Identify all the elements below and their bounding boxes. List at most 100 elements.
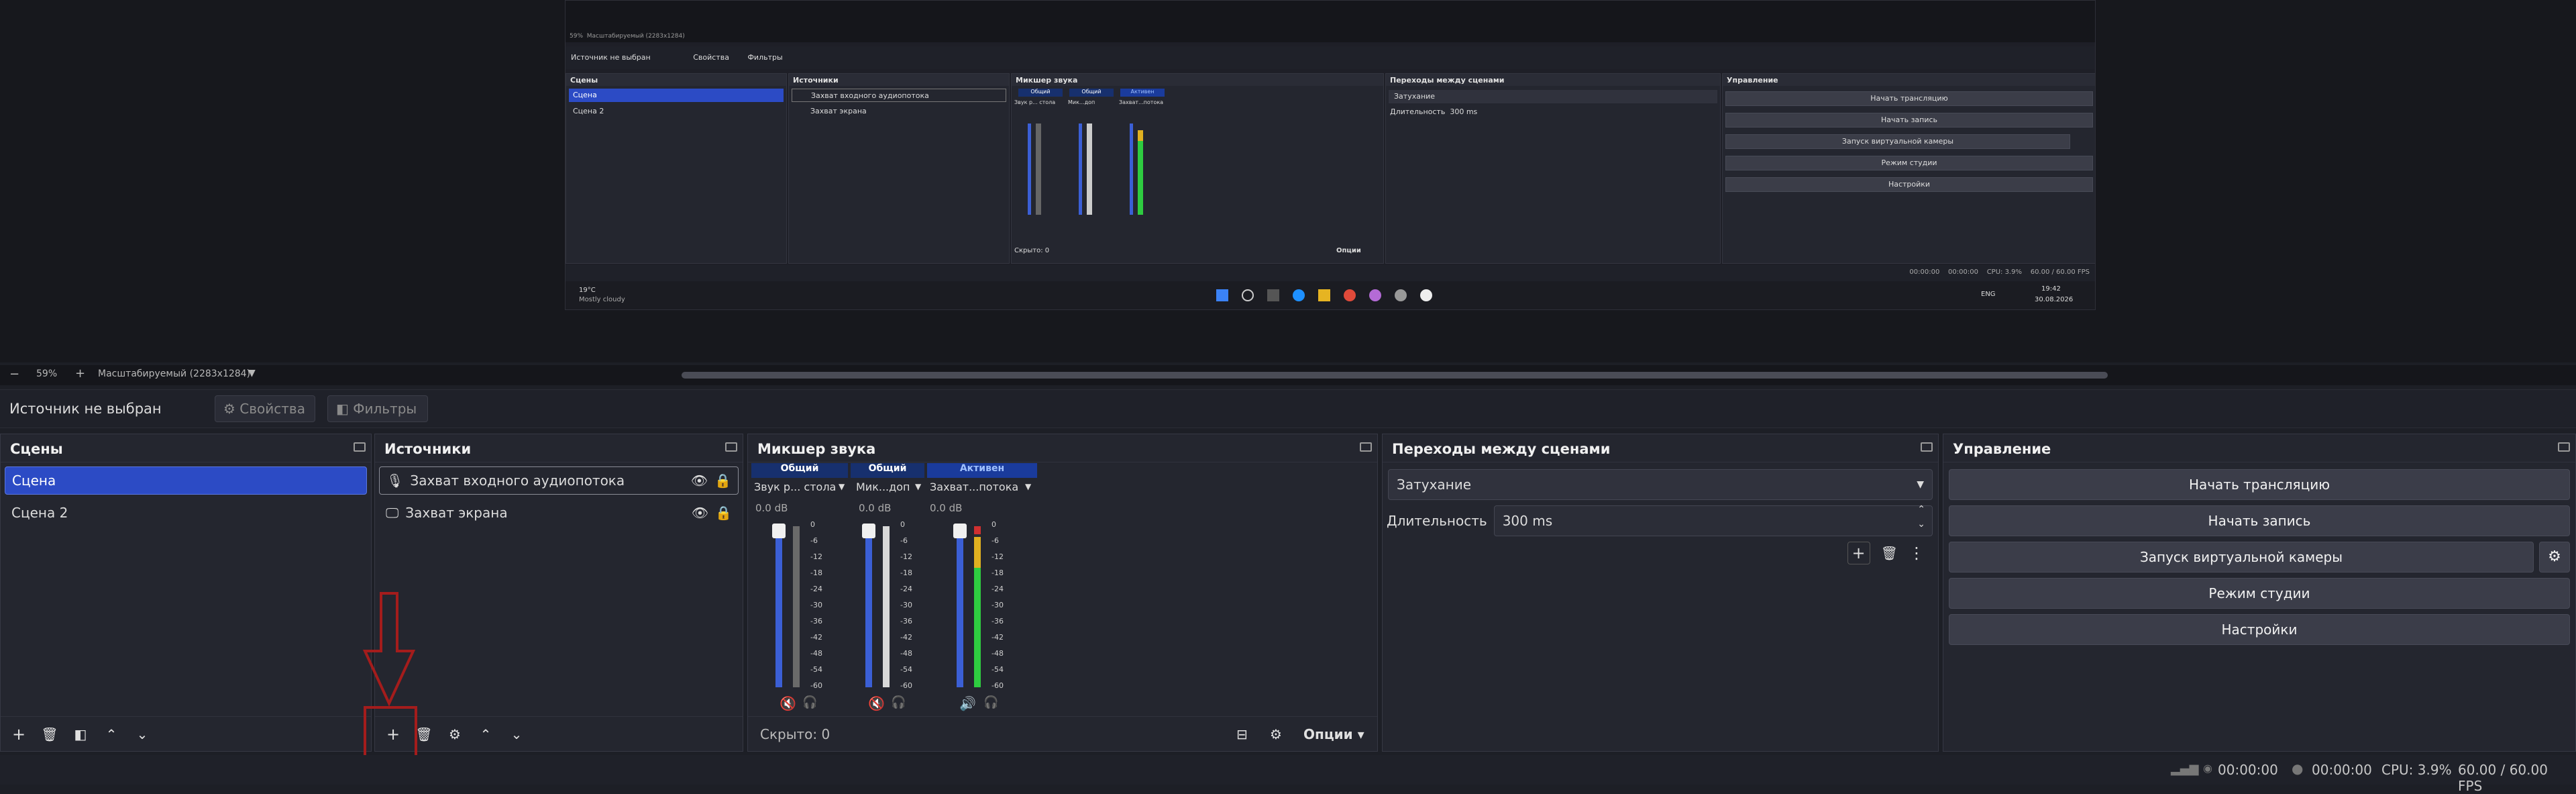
- nested-clock-date: 30.08.2026: [2035, 296, 2074, 303]
- transition-actions: + 🗑 ⋮: [1847, 542, 1925, 564]
- fps-readout: 60.00 / 60.00 FPS: [2458, 762, 2548, 794]
- volume-handle[interactable]: [772, 524, 786, 538]
- layout-icon[interactable]: ⊟: [1236, 726, 1270, 742]
- record-icon: ●: [2292, 760, 2304, 777]
- nested-zoombar: 59% Масштабируемый (2283x1284): [566, 33, 2095, 42]
- zoom-in-button[interactable]: +: [75, 366, 85, 381]
- mixer-title-label: Микшер звука: [757, 441, 876, 457]
- chevron-down-icon[interactable]: ▼: [915, 482, 921, 491]
- move-down-icon[interactable]: ⌄: [508, 726, 525, 742]
- stream-time: 00:00:00: [2218, 762, 2278, 778]
- transition-select[interactable]: Затухание ▼: [1388, 469, 1933, 500]
- mute-icon[interactable]: 🔇: [780, 695, 796, 711]
- chevron-down-icon[interactable]: ▼: [248, 368, 256, 379]
- filter-icon[interactable]: ◧: [72, 726, 89, 742]
- start-record-button[interactable]: Начать запись: [1949, 505, 2570, 536]
- duration-row: Длительность 300 ms ⌃ ⌄: [1387, 502, 1933, 536]
- nested-start-stream: Начать трансляцию: [1725, 91, 2093, 106]
- add-scene-icon[interactable]: +: [10, 725, 28, 744]
- source-label: Захват входного аудиопотока: [410, 473, 625, 489]
- lock-icon[interactable]: 🔒: [715, 505, 732, 521]
- virtual-camera-settings-icon[interactable]: ⚙: [2539, 542, 2570, 573]
- properties-button[interactable]: ⚙ Свойства: [215, 395, 315, 422]
- channel-db: 0.0 dB: [930, 502, 963, 514]
- nested-studio-mode: Режим студии: [1725, 156, 2093, 170]
- nested-weather-desc: Mostly cloudy: [579, 296, 625, 303]
- monitor-off-icon[interactable]: 🎧: [802, 695, 817, 709]
- trash-icon[interactable]: 🗑: [1881, 542, 1898, 564]
- settings-button[interactable]: Настройки: [1949, 614, 2570, 645]
- volume-handle[interactable]: [862, 524, 875, 538]
- search-icon: [1242, 289, 1254, 301]
- horizontal-scrollbar[interactable]: [682, 372, 2108, 379]
- channel-header: Общий: [851, 463, 924, 478]
- mute-icon[interactable]: 🔇: [868, 695, 885, 711]
- volume-slider[interactable]: [775, 526, 782, 687]
- source-item[interactable]: 🎙 Захват входного аудиопотока 👁 🔒: [379, 466, 739, 495]
- move-up-icon[interactable]: ⌃: [477, 726, 494, 742]
- signal-icon: ▂▄▆: [2171, 762, 2199, 776]
- trash-icon[interactable]: 🗑: [41, 726, 58, 742]
- filters-button[interactable]: ◧ Фильтры: [327, 395, 428, 422]
- start-stream-button[interactable]: Начать трансляцию: [1949, 469, 2570, 500]
- sources-title: Источники: [375, 434, 743, 462]
- volume-slider[interactable]: [865, 526, 872, 687]
- scene-item[interactable]: Сцена 2: [5, 499, 367, 527]
- monitor-off-icon[interactable]: 🎧: [891, 695, 906, 709]
- nested-meter: [1138, 141, 1143, 215]
- nested-scene-item: Сцена: [569, 89, 784, 102]
- mixer-title: Микшер звука: [748, 434, 1377, 462]
- volume-slider[interactable]: [957, 526, 963, 687]
- transitions-dock: Переходы между сценами Затухание ▼ Длите…: [1382, 434, 1939, 752]
- eye-icon[interactable]: 👁: [691, 473, 708, 489]
- controls-title: Управление: [1943, 434, 2575, 462]
- gear-icon[interactable]: ⚙: [446, 726, 464, 742]
- chevron-down-icon[interactable]: ▼: [839, 482, 845, 491]
- chevron-down-icon[interactable]: ▼: [1025, 482, 1031, 491]
- stepper-icon[interactable]: ⌃ ⌄: [1917, 502, 1925, 532]
- nested-sources-dock: Источники Захват входного аудиопотока За…: [788, 73, 1010, 264]
- float-dock-icon[interactable]: [2558, 442, 2570, 452]
- gear-icon: ⚙: [223, 401, 235, 417]
- eye-icon[interactable]: 👁: [692, 505, 708, 521]
- nested-start-record: Начать запись: [1725, 113, 2093, 128]
- float-dock-icon[interactable]: [1360, 442, 1372, 452]
- studio-mode-button[interactable]: Режим студии: [1949, 578, 2570, 609]
- chevron-down-icon: ▼: [1917, 479, 1924, 490]
- float-dock-icon[interactable]: [725, 442, 737, 452]
- trash-icon[interactable]: 🗑: [415, 726, 433, 742]
- lock-icon[interactable]: 🔒: [714, 473, 731, 489]
- zoom-out-button[interactable]: −: [9, 367, 19, 381]
- duration-value: 300 ms: [1502, 513, 1553, 529]
- record-time: 00:00:00: [2312, 762, 2372, 778]
- monitor-off-icon[interactable]: 🎧: [983, 695, 998, 709]
- float-dock-icon[interactable]: [1921, 442, 1933, 452]
- scene-item[interactable]: Сцена: [5, 466, 367, 495]
- advanced-audio-icon[interactable]: ⚙: [1270, 726, 1303, 742]
- speaker-icon[interactable]: 🔊: [959, 695, 976, 711]
- source-item[interactable]: 🖵 Захват экрана 👁 🔒: [379, 499, 739, 527]
- duration-field[interactable]: 300 ms ⌃ ⌄: [1493, 502, 1933, 536]
- highlight-box: [364, 706, 417, 762]
- level-meter: [883, 526, 890, 687]
- move-down-icon[interactable]: ⌄: [133, 726, 151, 742]
- move-up-icon[interactable]: ⌃: [103, 726, 120, 742]
- nested-scenes-dock: Сцены Сцена Сцена 2: [566, 73, 787, 264]
- nested-meter: [1130, 123, 1133, 215]
- zoom-bar: − 59% + Масштабируемый (2283x1284) ▼: [0, 365, 2576, 385]
- channel-name: Звук р... стола: [754, 481, 837, 493]
- nested-duration: Длительность 300 ms: [1386, 107, 1720, 116]
- nested-fps: 60.00 / 60.00 FPS: [2030, 268, 2090, 276]
- properties-label: Свойства: [239, 401, 305, 417]
- nested-statusbar: 00:00:00 00:00:00 CPU: 3.9% 60.00 / 60.0…: [566, 265, 2095, 281]
- channel-db: 0.0 dB: [755, 502, 788, 514]
- add-transition-icon[interactable]: +: [1847, 542, 1870, 564]
- more-icon[interactable]: ⋮: [1909, 542, 1925, 564]
- stream-icon: ◉: [2203, 762, 2212, 775]
- float-dock-icon[interactable]: [354, 442, 366, 452]
- volume-handle[interactable]: [953, 524, 967, 538]
- level-meter: [793, 526, 800, 687]
- nested-meter: [1079, 123, 1082, 215]
- virtual-camera-button[interactable]: Запуск виртуальной камеры: [1949, 542, 2534, 573]
- options-button[interactable]: Опции ▾: [1303, 726, 1377, 742]
